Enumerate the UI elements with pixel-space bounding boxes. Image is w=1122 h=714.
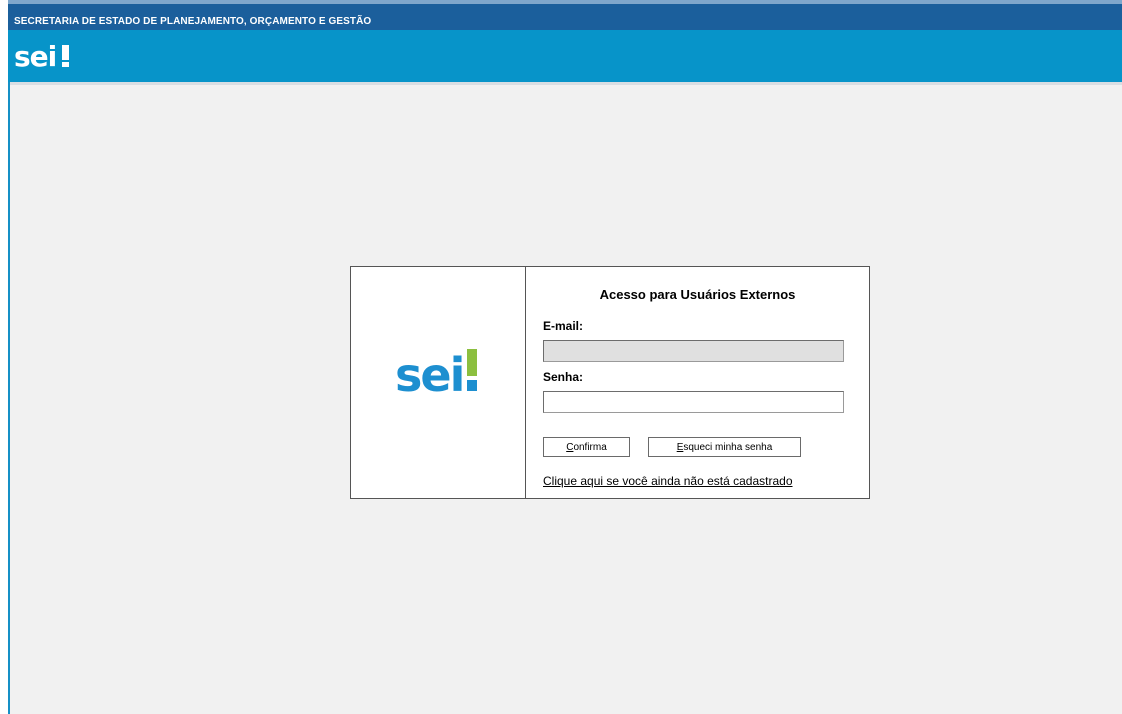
email-field[interactable]: [543, 340, 844, 362]
logo-panel: sei: [351, 267, 526, 498]
password-field[interactable]: [543, 391, 844, 413]
forgot-label: squeci minha senha: [683, 441, 773, 453]
forgot-password-button[interactable]: Esqueci minha senha: [648, 437, 801, 457]
confirm-label: onfirma: [573, 441, 607, 453]
header-bar: sei: [8, 30, 1122, 82]
form-title: Acesso para Usuários Externos: [599, 287, 796, 302]
confirm-button[interactable]: Confirma: [543, 437, 630, 457]
svg-text:sei: sei: [395, 348, 463, 402]
top-banner: SECRETARIA DE ESTADO DE PLANEJAMENTO, OR…: [8, 0, 1122, 30]
senha-label: Senha:: [543, 370, 584, 384]
login-box: sei Acesso para Usuários Externos E-mail…: [350, 266, 870, 499]
sei-logo-icon: sei: [14, 40, 69, 73]
svg-text:sei: sei: [14, 40, 56, 73]
sei-logo-icon: sei: [395, 348, 477, 402]
email-label: E-mail:: [543, 319, 584, 333]
organization-name: SECRETARIA DE ESTADO DE PLANEJAMENTO, OR…: [14, 16, 372, 27]
login-form: Acesso para Usuários Externos E-mail: Se…: [526, 267, 869, 498]
register-link[interactable]: Clique aqui se você ainda não está cadas…: [543, 474, 793, 488]
